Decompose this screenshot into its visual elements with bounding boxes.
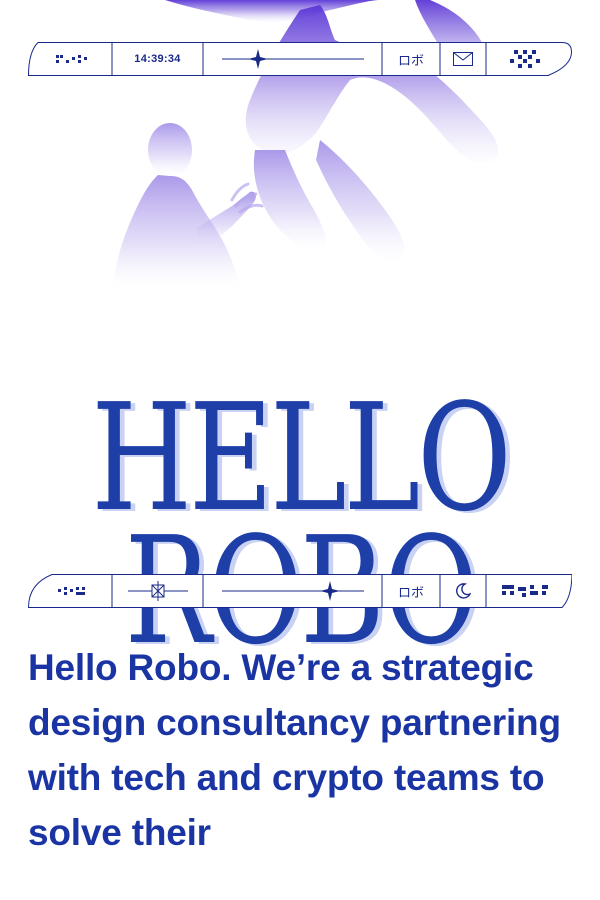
language-toggle-jp[interactable]: ロボ [382,42,440,76]
logo-button[interactable] [486,42,564,76]
sparkle-line-icon [221,581,364,601]
sparkle-line-decoration [203,42,382,76]
sparkle-line-decoration [203,574,382,608]
braille-pattern-icon [58,587,85,595]
pixel-pattern-icon [502,585,548,597]
theme-toggle-button[interactable] [440,574,486,608]
intro-paragraph: Hello Robo. We’re a strategic design con… [28,647,561,853]
diamond-grid-logo-icon [510,50,540,68]
moon-icon [456,583,471,599]
sparkle-line-icon [221,49,364,69]
mail-icon [453,52,473,66]
mail-button[interactable] [440,42,486,76]
top-navigation-bar: 14:39:34 ロボ [28,42,572,76]
braille-pattern-icon [56,55,87,63]
menu-pattern-button[interactable] [36,42,112,76]
crossed-box-decoration [112,574,203,608]
bottom-navigation-bar: ロボ [28,574,572,608]
clock-display: 14:39:34 [134,53,181,65]
standing-figure [112,123,264,290]
pixel-pattern-button[interactable] [486,574,564,608]
crossed-box-icon [127,581,188,601]
language-toggle-jp[interactable]: ロボ [382,574,440,608]
pattern-button[interactable] [36,574,112,608]
